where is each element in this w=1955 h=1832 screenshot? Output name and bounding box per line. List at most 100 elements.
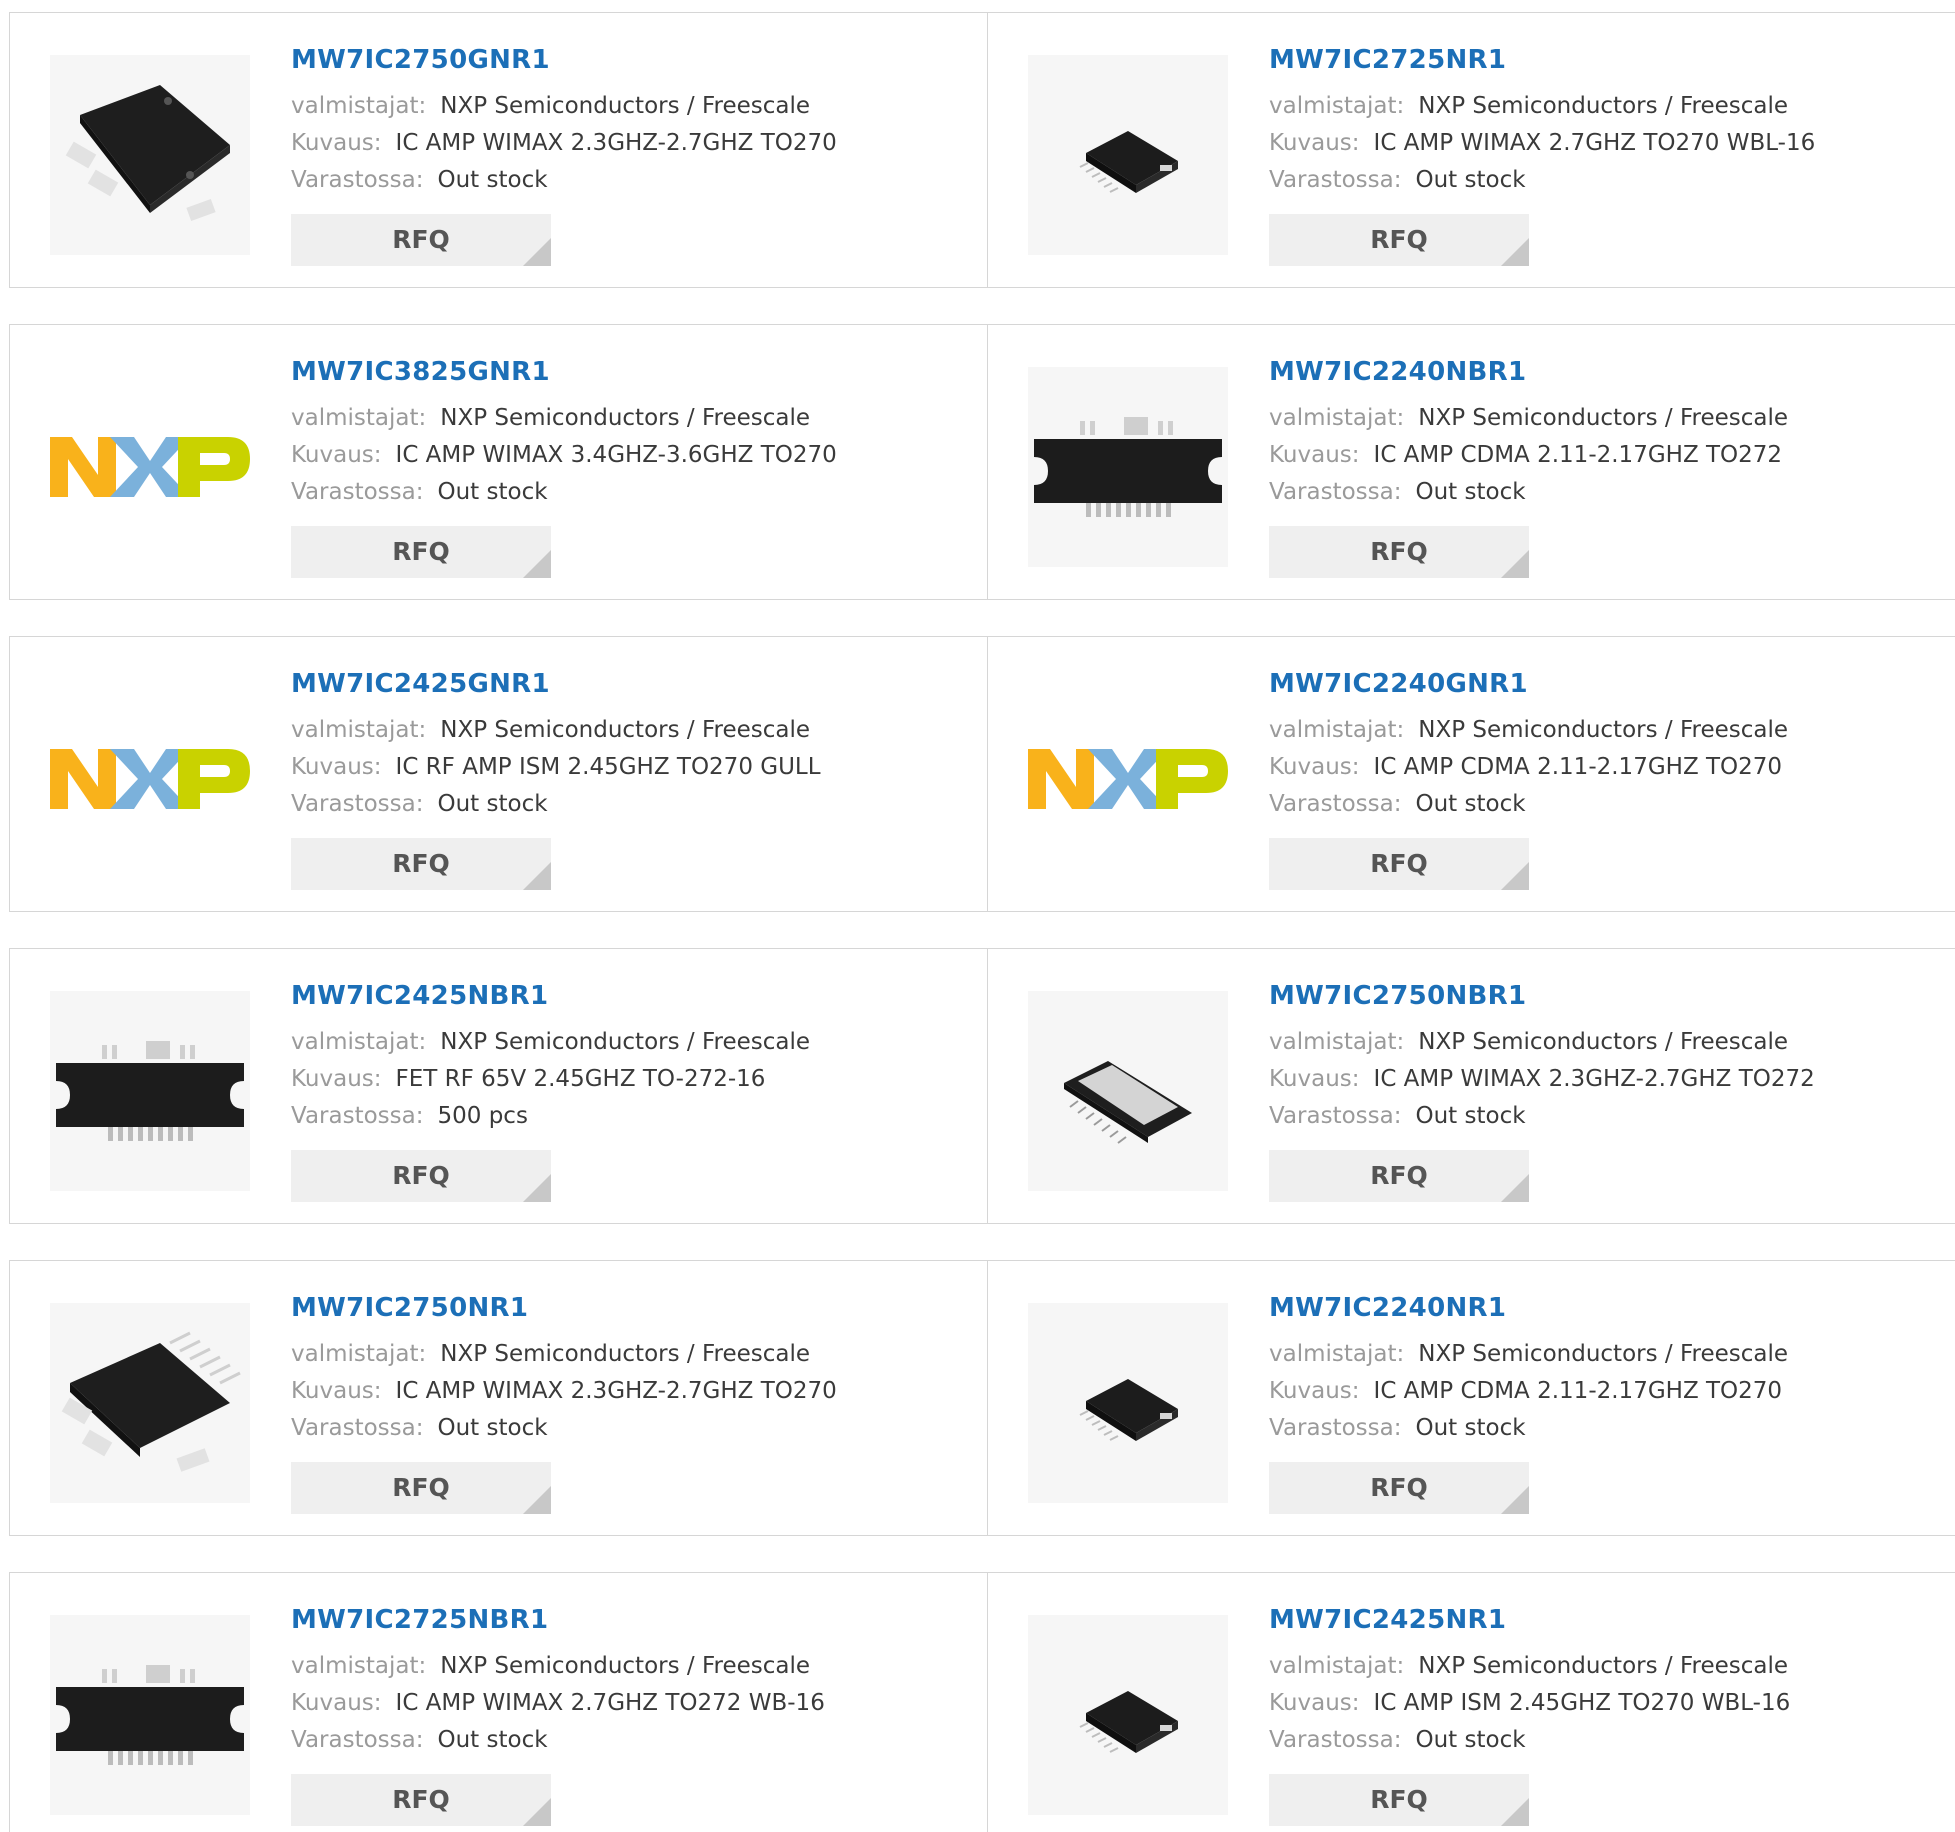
manufacturer-row: valmistajat: NXP Semiconductors / Freesca… [291,93,810,119]
part-number-link[interactable]: MW7IC2725NR1 [1269,45,1506,75]
description-label: Kuvaus: [291,442,382,468]
description-value: IC AMP WIMAX 2.7GHZ TO272 WB-16 [395,1690,825,1716]
manufacturer-value: NXP Semiconductors / Freescale [1418,93,1789,119]
ic-to272-flange-image[interactable] [1028,367,1228,567]
product-card: MW7IC2425GNR1 valmistajat: NXP Semiconduct… [10,637,988,911]
rfq-button-label: RFQ [392,225,450,254]
part-number-link[interactable]: MW7IC2425NBR1 [291,981,548,1011]
stock-label: Varastossa: [291,479,424,505]
corner-triangle-icon [1501,1798,1529,1826]
rfq-button[interactable]: RFQ [291,1462,551,1514]
product-card: MW7IC2750NBR1 valmistajat: NXP Semiconduct… [988,949,1955,1223]
stock-value: Out stock [437,791,548,817]
corner-triangle-icon [1501,1174,1529,1202]
corner-triangle-icon [523,550,551,578]
manufacturer-value: NXP Semiconductors / Freescale [1418,405,1789,431]
rfq-button-label: RFQ [392,1161,450,1190]
manufacturer-label: valmistajat: [1269,1029,1405,1055]
rfq-button[interactable]: RFQ [291,838,551,890]
nxp-logo-image[interactable] [50,679,250,879]
stock-value: Out stock [437,167,548,193]
stock-row: Varastossa: Out stock [1269,1415,1526,1441]
stock-value: Out stock [437,479,548,505]
description-label: Kuvaus: [1269,754,1360,780]
corner-triangle-icon [1501,1486,1529,1514]
rfq-button[interactable]: RFQ [1269,1774,1529,1826]
description-value: IC AMP WIMAX 2.3GHZ-2.7GHZ TO270 [395,1378,837,1404]
manufacturer-value: NXP Semiconductors / Freescale [440,1653,811,1679]
rfq-button[interactable]: RFQ [291,214,551,266]
corner-triangle-icon [523,238,551,266]
corner-triangle-icon [1501,238,1529,266]
part-number-link[interactable]: MW7IC2750NR1 [291,1293,528,1323]
description-label: Kuvaus: [291,1690,382,1716]
description-value: FET RF 65V 2.45GHZ TO-272-16 [395,1066,766,1092]
description-label: Kuvaus: [291,754,382,780]
stock-value: Out stock [1415,1103,1526,1129]
corner-triangle-icon [523,1174,551,1202]
ic-to272-angled-image[interactable] [1028,991,1228,1191]
manufacturer-value: NXP Semiconductors / Freescale [440,717,811,743]
rfq-button[interactable]: RFQ [291,1774,551,1826]
part-number-link[interactable]: MW7IC2240NR1 [1269,1293,1506,1323]
manufacturer-label: valmistajat: [1269,1341,1405,1367]
part-number-link[interactable]: MW7IC2425NR1 [1269,1605,1506,1635]
corner-triangle-icon [523,1798,551,1826]
description-row: Kuvaus: IC AMP WIMAX 2.3GHZ-2.7GHZ TO270 [291,130,837,156]
stock-row: Varastossa: Out stock [1269,1727,1526,1753]
stock-row: Varastossa: Out stock [291,1727,548,1753]
description-label: Kuvaus: [1269,1066,1360,1092]
description-label: Kuvaus: [291,1378,382,1404]
rfq-button[interactable]: RFQ [291,1150,551,1202]
part-number-link[interactable]: MW7IC2750GNR1 [291,45,550,75]
part-number-link[interactable]: MW7IC2240GNR1 [1269,669,1528,699]
product-card: MW7IC2725NBR1 valmistajat: NXP Semiconduct… [10,1573,988,1832]
stock-label: Varastossa: [291,791,424,817]
stock-label: Varastossa: [1269,1103,1402,1129]
description-value: IC AMP WIMAX 2.3GHZ-2.7GHZ TO270 [395,130,837,156]
ic-to272-flange-image[interactable] [50,1615,250,1815]
stock-value: Out stock [1415,791,1526,817]
nxp-logo-image[interactable] [50,367,250,567]
part-number-link[interactable]: MW7IC2725NBR1 [291,1605,548,1635]
ic-to270-large-image[interactable] [50,55,250,255]
part-number-link[interactable]: MW7IC2425GNR1 [291,669,550,699]
manufacturer-row: valmistajat: NXP Semiconductors / Freesca… [291,1653,810,1679]
part-number-link[interactable]: MW7IC2750NBR1 [1269,981,1526,1011]
description-label: Kuvaus: [1269,1690,1360,1716]
manufacturer-value: NXP Semiconductors / Freescale [1418,1029,1789,1055]
stock-row: Varastossa: Out stock [291,479,548,505]
stock-label: Varastossa: [1269,1415,1402,1441]
rfq-button-label: RFQ [1370,849,1428,878]
manufacturer-row: valmistajat: NXP Semiconductors / Freesca… [1269,1029,1788,1055]
manufacturer-label: valmistajat: [1269,405,1405,431]
rfq-button[interactable]: RFQ [291,526,551,578]
corner-triangle-icon [523,862,551,890]
ic-small-package-image[interactable] [1028,1303,1228,1503]
product-row: MW7IC3825GNR1 valmistajat: NXP Semiconduct… [9,324,1955,600]
manufacturer-value: NXP Semiconductors / Freescale [440,93,811,119]
rfq-button-label: RFQ [1370,1785,1428,1814]
manufacturer-value: NXP Semiconductors / Freescale [1418,1653,1789,1679]
rfq-button[interactable]: RFQ [1269,838,1529,890]
nxp-logo-image[interactable] [1028,679,1228,879]
product-card: MW7IC2425NR1 valmistajat: NXP Semiconducto… [988,1573,1955,1832]
rfq-button[interactable]: RFQ [1269,214,1529,266]
rfq-button[interactable]: RFQ [1269,1150,1529,1202]
manufacturer-row: valmistajat: NXP Semiconductors / Freesca… [1269,93,1788,119]
description-row: Kuvaus: IC AMP CDMA 2.11-2.17GHZ TO270 [1269,754,1782,780]
part-number-link[interactable]: MW7IC2240NBR1 [1269,357,1526,387]
description-value: IC AMP CDMA 2.11-2.17GHZ TO270 [1373,754,1783,780]
rfq-button[interactable]: RFQ [1269,526,1529,578]
ic-to272-flange-image[interactable] [50,991,250,1191]
description-label: Kuvaus: [291,1066,382,1092]
ic-small-package-image[interactable] [1028,55,1228,255]
part-number-link[interactable]: MW7IC3825GNR1 [291,357,550,387]
ic-small-package-image[interactable] [1028,1615,1228,1815]
rfq-button[interactable]: RFQ [1269,1462,1529,1514]
stock-value: Out stock [1415,479,1526,505]
stock-row: Varastossa: Out stock [1269,479,1526,505]
ic-to270-leads-image[interactable] [50,1303,250,1503]
manufacturer-row: valmistajat: NXP Semiconductors / Freesca… [1269,405,1788,431]
manufacturer-label: valmistajat: [1269,717,1405,743]
